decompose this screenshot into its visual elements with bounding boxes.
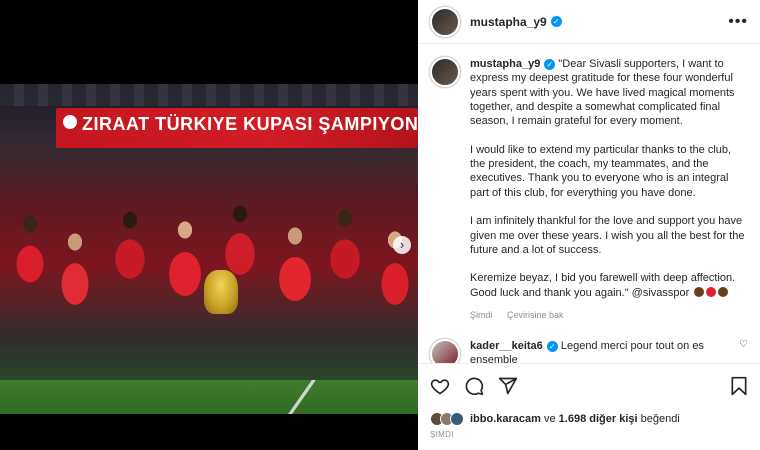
author-username[interactable]: mustapha_y9: [470, 15, 547, 29]
chevron-right-icon: ›: [399, 237, 405, 252]
brown-heart-icon: [694, 286, 705, 297]
comment-item: kader__keita6 ✓ Legend merci pour tout on…: [430, 338, 748, 363]
more-options-icon[interactable]: •••: [728, 13, 748, 31]
likes-connector: ve: [543, 413, 556, 425]
team-players: [0, 144, 418, 384]
post-header: mustapha_y9 ✓ •••: [418, 0, 760, 44]
share-icon[interactable]: [498, 376, 518, 396]
comment-body: kader__keita6 ✓ Legend merci pour tout on…: [470, 339, 739, 363]
brown-heart-icon: [718, 286, 729, 297]
caption-avatar[interactable]: [430, 57, 460, 87]
liker-username[interactable]: ibbo.karacam: [470, 413, 541, 425]
post-timestamp: ŞIMDI: [430, 430, 454, 439]
post-photo: ZIRAAT TÜRKIYE KUPASI ŞAMPIYONU: [0, 84, 418, 414]
likes-summary[interactable]: ibbo.karacam ve 1.698 diğer kişi beğendi: [430, 412, 748, 426]
caption-time: Şimdi: [470, 310, 493, 321]
post-modal: ZIRAAT TÜRKIYE KUPASI ŞAMPIYONU › mustap…: [0, 0, 760, 450]
action-icons: [430, 374, 748, 398]
caption-paragraph: I am infinitely thankful for the love an…: [470, 215, 745, 256]
caption-paragraph: I would like to extend my particular tha…: [470, 143, 732, 199]
author-avatar[interactable]: [430, 6, 460, 37]
verified-badge-icon: ✓: [550, 16, 562, 27]
bookmark-icon[interactable]: [730, 376, 748, 396]
post-media-area: ZIRAAT TÜRKIYE KUPASI ŞAMPIYONU ›: [0, 0, 418, 450]
caption: mustapha_y9 ✓ "Dear Sivasli supporters, I…: [430, 57, 748, 323]
banner-logo: [60, 112, 80, 132]
caption-username[interactable]: mustapha_y9: [470, 58, 540, 70]
stadium-crowd: [0, 84, 418, 106]
red-heart-icon: [706, 286, 717, 297]
comment-like-icon[interactable]: ♡: [739, 339, 748, 350]
commenter-username[interactable]: kader__keita6: [470, 340, 543, 352]
trophy: [204, 270, 238, 314]
carousel-next-button[interactable]: ›: [393, 236, 411, 254]
heart-icon[interactable]: [430, 376, 450, 396]
pitch: [0, 380, 418, 414]
likes-suffix: beğendi: [640, 413, 680, 425]
verified-badge-icon: ✓: [544, 59, 556, 70]
caption-body: mustapha_y9 ✓ "Dear Sivasli supporters, I…: [470, 57, 748, 323]
see-translation-link[interactable]: Çevirisine bak: [507, 310, 564, 320]
likes-count[interactable]: 1.698 diğer kişi: [559, 413, 638, 425]
commenter-avatar[interactable]: [430, 338, 460, 363]
liker-avatars: [430, 412, 464, 426]
post-actions: ibbo.karacam ve 1.698 diğer kişi beğendi…: [418, 363, 760, 439]
comments-section[interactable]: mustapha_y9 ✓ "Dear Sivasli supporters, I…: [418, 45, 760, 363]
comment-icon[interactable]: [464, 376, 484, 396]
post-sidebar: mustapha_y9 ✓ ••• mustapha_y9 ✓ "Dear Siv…: [418, 0, 760, 450]
verified-badge-icon: ✓: [546, 340, 558, 352]
banner-text: ZIRAAT TÜRKIYE KUPASI ŞAMPIYONU: [82, 114, 418, 134]
caption-meta: Şimdi Çevirisine bak: [470, 308, 748, 322]
caption-paragraph: Keremize beyaz, I bid you farewell with …: [470, 271, 748, 300]
caption-paragraph: mustapha_y9 ✓ "Dear Sivasli supporters, I…: [470, 57, 748, 128]
liker-avatar: [450, 412, 464, 426]
